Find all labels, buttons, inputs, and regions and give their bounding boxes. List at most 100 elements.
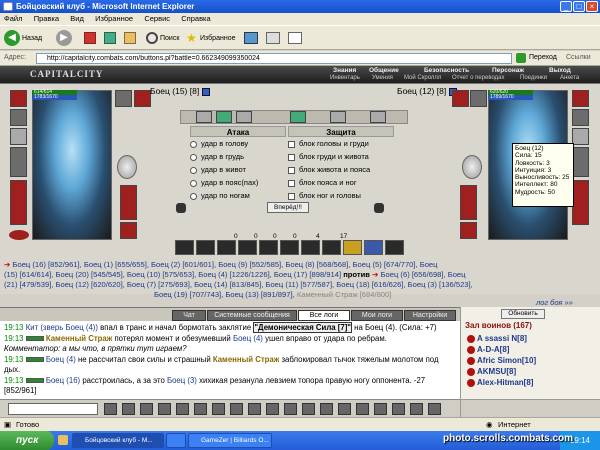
ability-icon[interactable] — [322, 240, 341, 255]
chat-tool-icon[interactable] — [392, 403, 405, 415]
ability-icon[interactable] — [301, 240, 320, 255]
ring-slot[interactable] — [115, 90, 132, 107]
radio-icon[interactable] — [190, 179, 197, 187]
menu-view[interactable]: Вид — [70, 14, 84, 23]
media-icon[interactable] — [244, 32, 258, 44]
chat-tool-icon[interactable] — [248, 403, 261, 415]
back-button[interactable]: Назад — [22, 31, 42, 46]
scroll-slot[interactable] — [290, 111, 306, 123]
info-icon[interactable] — [201, 87, 210, 96]
checkbox-icon[interactable] — [288, 166, 295, 174]
shield-slot[interactable] — [117, 155, 137, 179]
nav-transfers[interactable]: Отчет о переводах — [452, 75, 505, 81]
print-icon[interactable] — [288, 32, 302, 44]
search-button[interactable]: Поиск — [160, 31, 179, 46]
block-chest-belly[interactable]: блок груди и живота — [288, 150, 394, 163]
armor-slot[interactable] — [10, 180, 27, 225]
member-item[interactable]: A ssassi N[8] — [477, 334, 527, 343]
chat-tool-icon[interactable] — [266, 403, 279, 415]
menu-tools[interactable]: Сервис — [144, 14, 170, 23]
back-arrow-icon[interactable]: ◀ — [4, 30, 20, 46]
team-a-line[interactable]: Боец (16) [852/961], Боец (1) [655/655],… — [12, 260, 437, 269]
radio-icon[interactable] — [190, 192, 197, 200]
scroll-slot[interactable] — [216, 111, 232, 123]
radio-icon[interactable] — [190, 153, 197, 161]
chat-tool-icon[interactable] — [176, 403, 189, 415]
mail-icon[interactable] — [266, 32, 280, 44]
ability-icon[interactable] — [175, 240, 194, 255]
refresh-icon[interactable] — [104, 32, 116, 44]
nav-security[interactable]: Безопасность — [424, 67, 469, 74]
go-icon[interactable] — [516, 53, 526, 63]
attack-head[interactable]: удар в голову — [190, 137, 286, 150]
star-icon[interactable]: ★ — [186, 32, 198, 44]
chat-tool-icon[interactable] — [410, 403, 423, 415]
menu-file[interactable]: Файл — [4, 14, 22, 23]
ability-icon[interactable] — [196, 240, 215, 255]
refresh-button[interactable]: Обновить — [501, 309, 545, 319]
radio-icon[interactable] — [190, 166, 197, 174]
block-legs-head[interactable]: блок ног и головы — [288, 189, 394, 202]
chat-tool-icon[interactable] — [374, 403, 387, 415]
scroll-slot[interactable] — [196, 111, 212, 123]
chat-tool-icon[interactable] — [212, 403, 225, 415]
checkbox-icon[interactable] — [288, 153, 295, 161]
scroll-slot[interactable] — [236, 111, 252, 123]
tab-all-logs[interactable]: Все логи — [298, 310, 350, 321]
nav-inventory[interactable]: Инвентарь — [330, 75, 360, 81]
attack-legs[interactable]: удар по ногам — [190, 189, 286, 202]
tab-chat[interactable]: Чат — [172, 310, 206, 321]
nav-skills[interactable]: Умения — [372, 75, 393, 81]
ability-icon[interactable] — [385, 240, 404, 255]
weapon-slot[interactable] — [10, 147, 27, 177]
search-icon[interactable] — [146, 32, 158, 44]
checkbox-icon[interactable] — [288, 192, 295, 200]
belt-slot[interactable] — [9, 230, 29, 240]
ability-icon[interactable] — [259, 240, 278, 255]
block-head-chest[interactable]: блок головы и груди — [288, 137, 394, 150]
home-icon[interactable] — [124, 32, 136, 44]
team-b-line[interactable]: Боец (19) [707/743], Боец (13) [891/897]… — [154, 290, 295, 299]
chat-tool-icon[interactable] — [284, 403, 297, 415]
chat-tool-icon[interactable] — [158, 403, 171, 415]
tab-system[interactable]: Системные сообщения — [207, 310, 297, 321]
radio-icon[interactable] — [190, 140, 197, 148]
member-item[interactable]: AKMSU[8] — [477, 367, 516, 376]
nav-battles[interactable]: Поединки — [520, 75, 547, 81]
checkbox-icon[interactable] — [288, 140, 295, 148]
chat-tool-icon[interactable] — [140, 403, 153, 415]
nav-exit[interactable]: Выход — [549, 67, 571, 74]
task-window[interactable] — [166, 433, 186, 448]
ability-icon[interactable] — [364, 240, 383, 255]
block-groin-legs[interactable]: блок пояса и ног — [288, 176, 394, 189]
helmet-slot[interactable] — [10, 90, 27, 107]
gloves-slot[interactable] — [134, 90, 151, 107]
go-button[interactable]: Переход — [529, 54, 557, 61]
team-b-line[interactable]: Боец (6) [656/698], Боец — [381, 270, 466, 279]
chat-tool-icon[interactable] — [230, 403, 243, 415]
ability-icon[interactable] — [280, 240, 299, 255]
member-item[interactable]: Alex-Hitman[8] — [477, 378, 533, 387]
chat-tool-icon[interactable] — [428, 403, 441, 415]
chat-tool-icon[interactable] — [302, 403, 315, 415]
scroll-slot[interactable] — [330, 111, 346, 123]
team-b-dead[interactable]: Каменный Страж [684/800] — [297, 290, 392, 299]
attack-chest[interactable]: удар в грудь — [190, 150, 286, 163]
quicklaunch-icon[interactable] — [58, 435, 68, 445]
menu-favorites[interactable]: Избранное — [95, 14, 133, 23]
chat-input[interactable] — [8, 403, 98, 415]
send-icon[interactable] — [104, 403, 117, 415]
start-button[interactable]: пуск — [0, 431, 54, 450]
member-item[interactable]: Afric Simon[10] — [477, 356, 536, 365]
nav-my-scroll[interactable]: Мой Скроллл — [404, 75, 441, 81]
task-gamezer[interactable]: GameZer | Billiards O... — [188, 433, 272, 448]
ability-icon[interactable] — [238, 240, 257, 255]
links-label[interactable]: Ссылки — [566, 54, 591, 61]
minimize-icon[interactable]: _ — [560, 1, 572, 12]
necklace-slot[interactable] — [10, 128, 27, 145]
ability-icon[interactable] — [217, 240, 236, 255]
chat-tool-icon[interactable] — [338, 403, 351, 415]
right-fighter-name[interactable]: Боец (12) [8] — [397, 86, 457, 96]
maximize-icon[interactable]: □ — [573, 1, 585, 12]
close-icon[interactable]: × — [586, 1, 598, 12]
